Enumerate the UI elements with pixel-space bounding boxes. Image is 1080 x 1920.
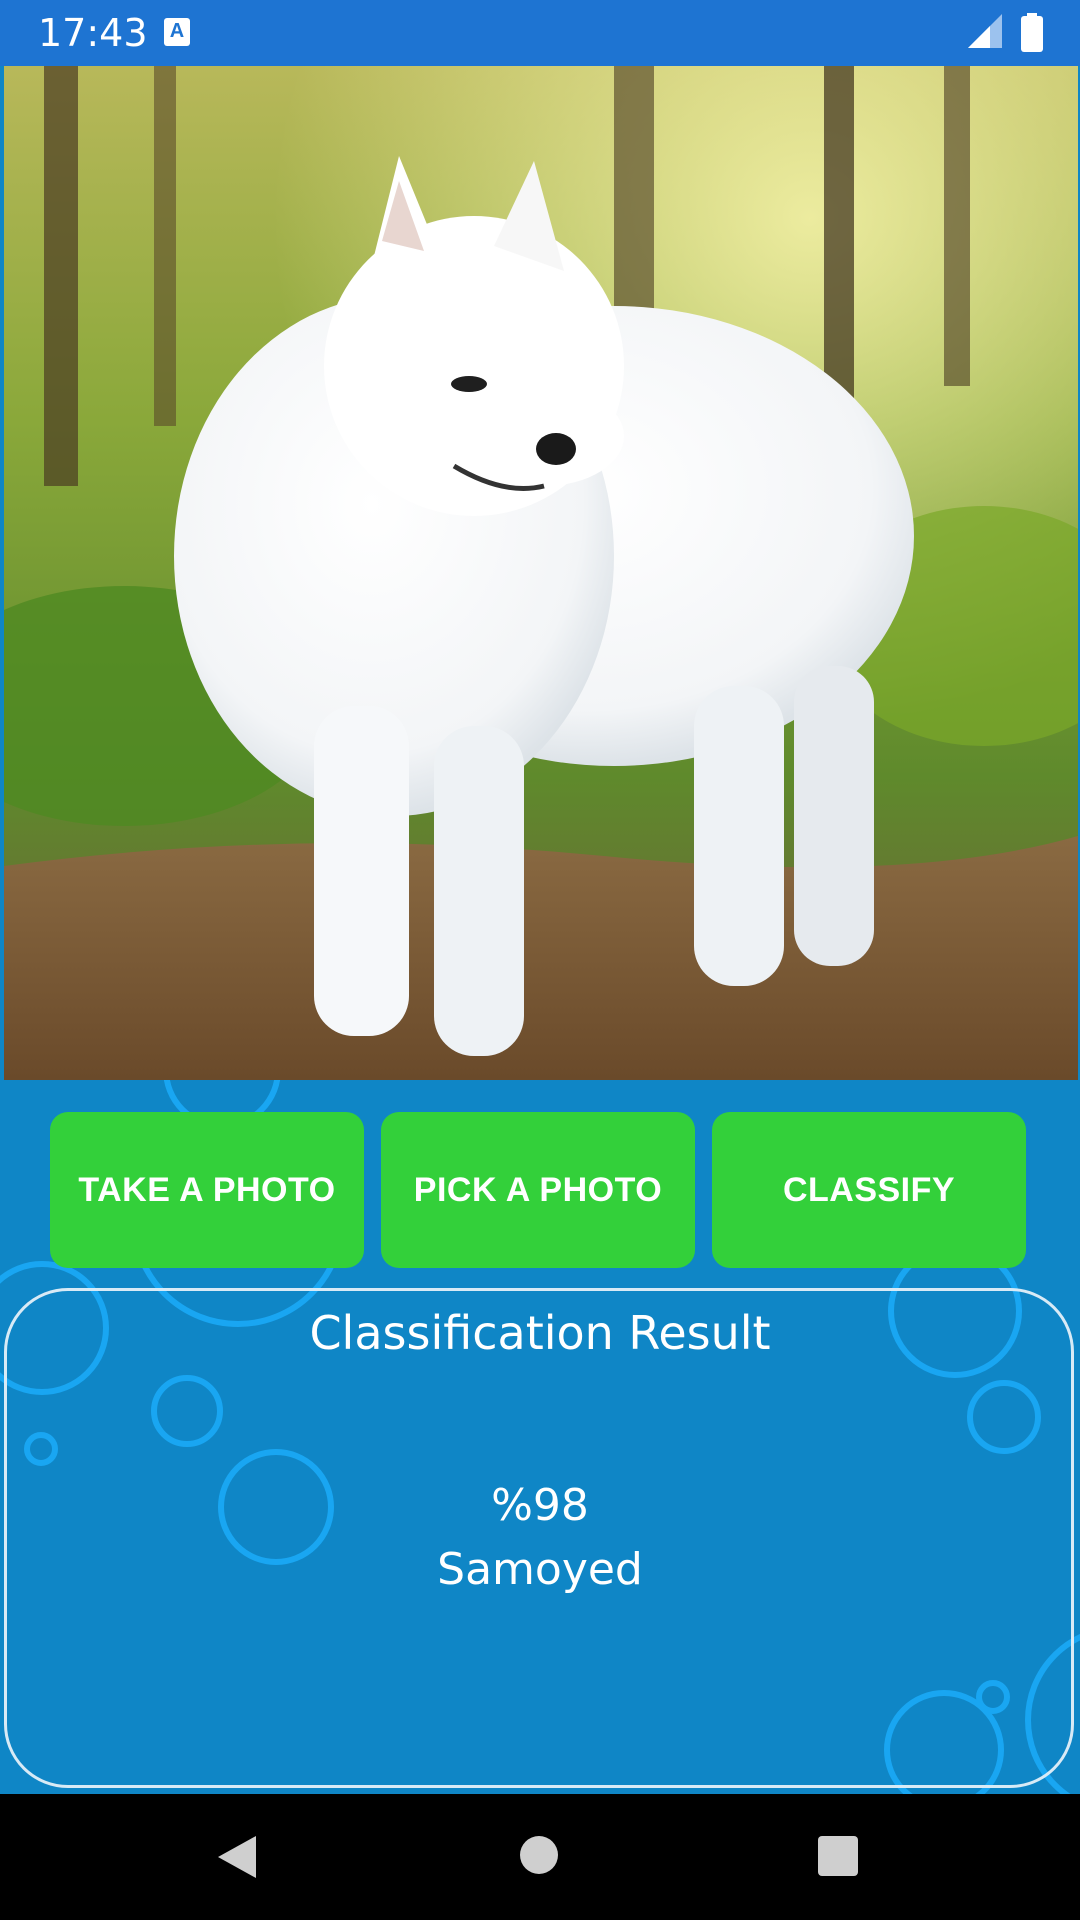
- navigation-bar: [0, 1794, 1080, 1920]
- result-confidence: %98: [491, 1480, 589, 1531]
- pick-photo-button[interactable]: PICK A PHOTO: [381, 1112, 695, 1268]
- result-label: Samoyed: [437, 1544, 643, 1595]
- battery-full-icon: [1021, 13, 1043, 52]
- take-photo-button[interactable]: TAKE A PHOTO: [50, 1112, 364, 1268]
- result-title: Classification Result: [309, 1306, 771, 1360]
- back-triangle-icon[interactable]: [216, 1834, 258, 1880]
- classify-button[interactable]: CLASSIFY: [712, 1112, 1026, 1268]
- status-time: 17:43: [38, 11, 148, 55]
- status-bar: 17:43 A: [0, 0, 1080, 66]
- dog-photo: [4, 66, 1078, 1080]
- cell-signal-icon: [968, 14, 1002, 48]
- home-circle-icon[interactable]: [520, 1836, 558, 1874]
- recents-square-icon[interactable]: [818, 1836, 858, 1876]
- result-panel: [4, 1288, 1074, 1788]
- accessibility-a-icon: A: [164, 18, 190, 46]
